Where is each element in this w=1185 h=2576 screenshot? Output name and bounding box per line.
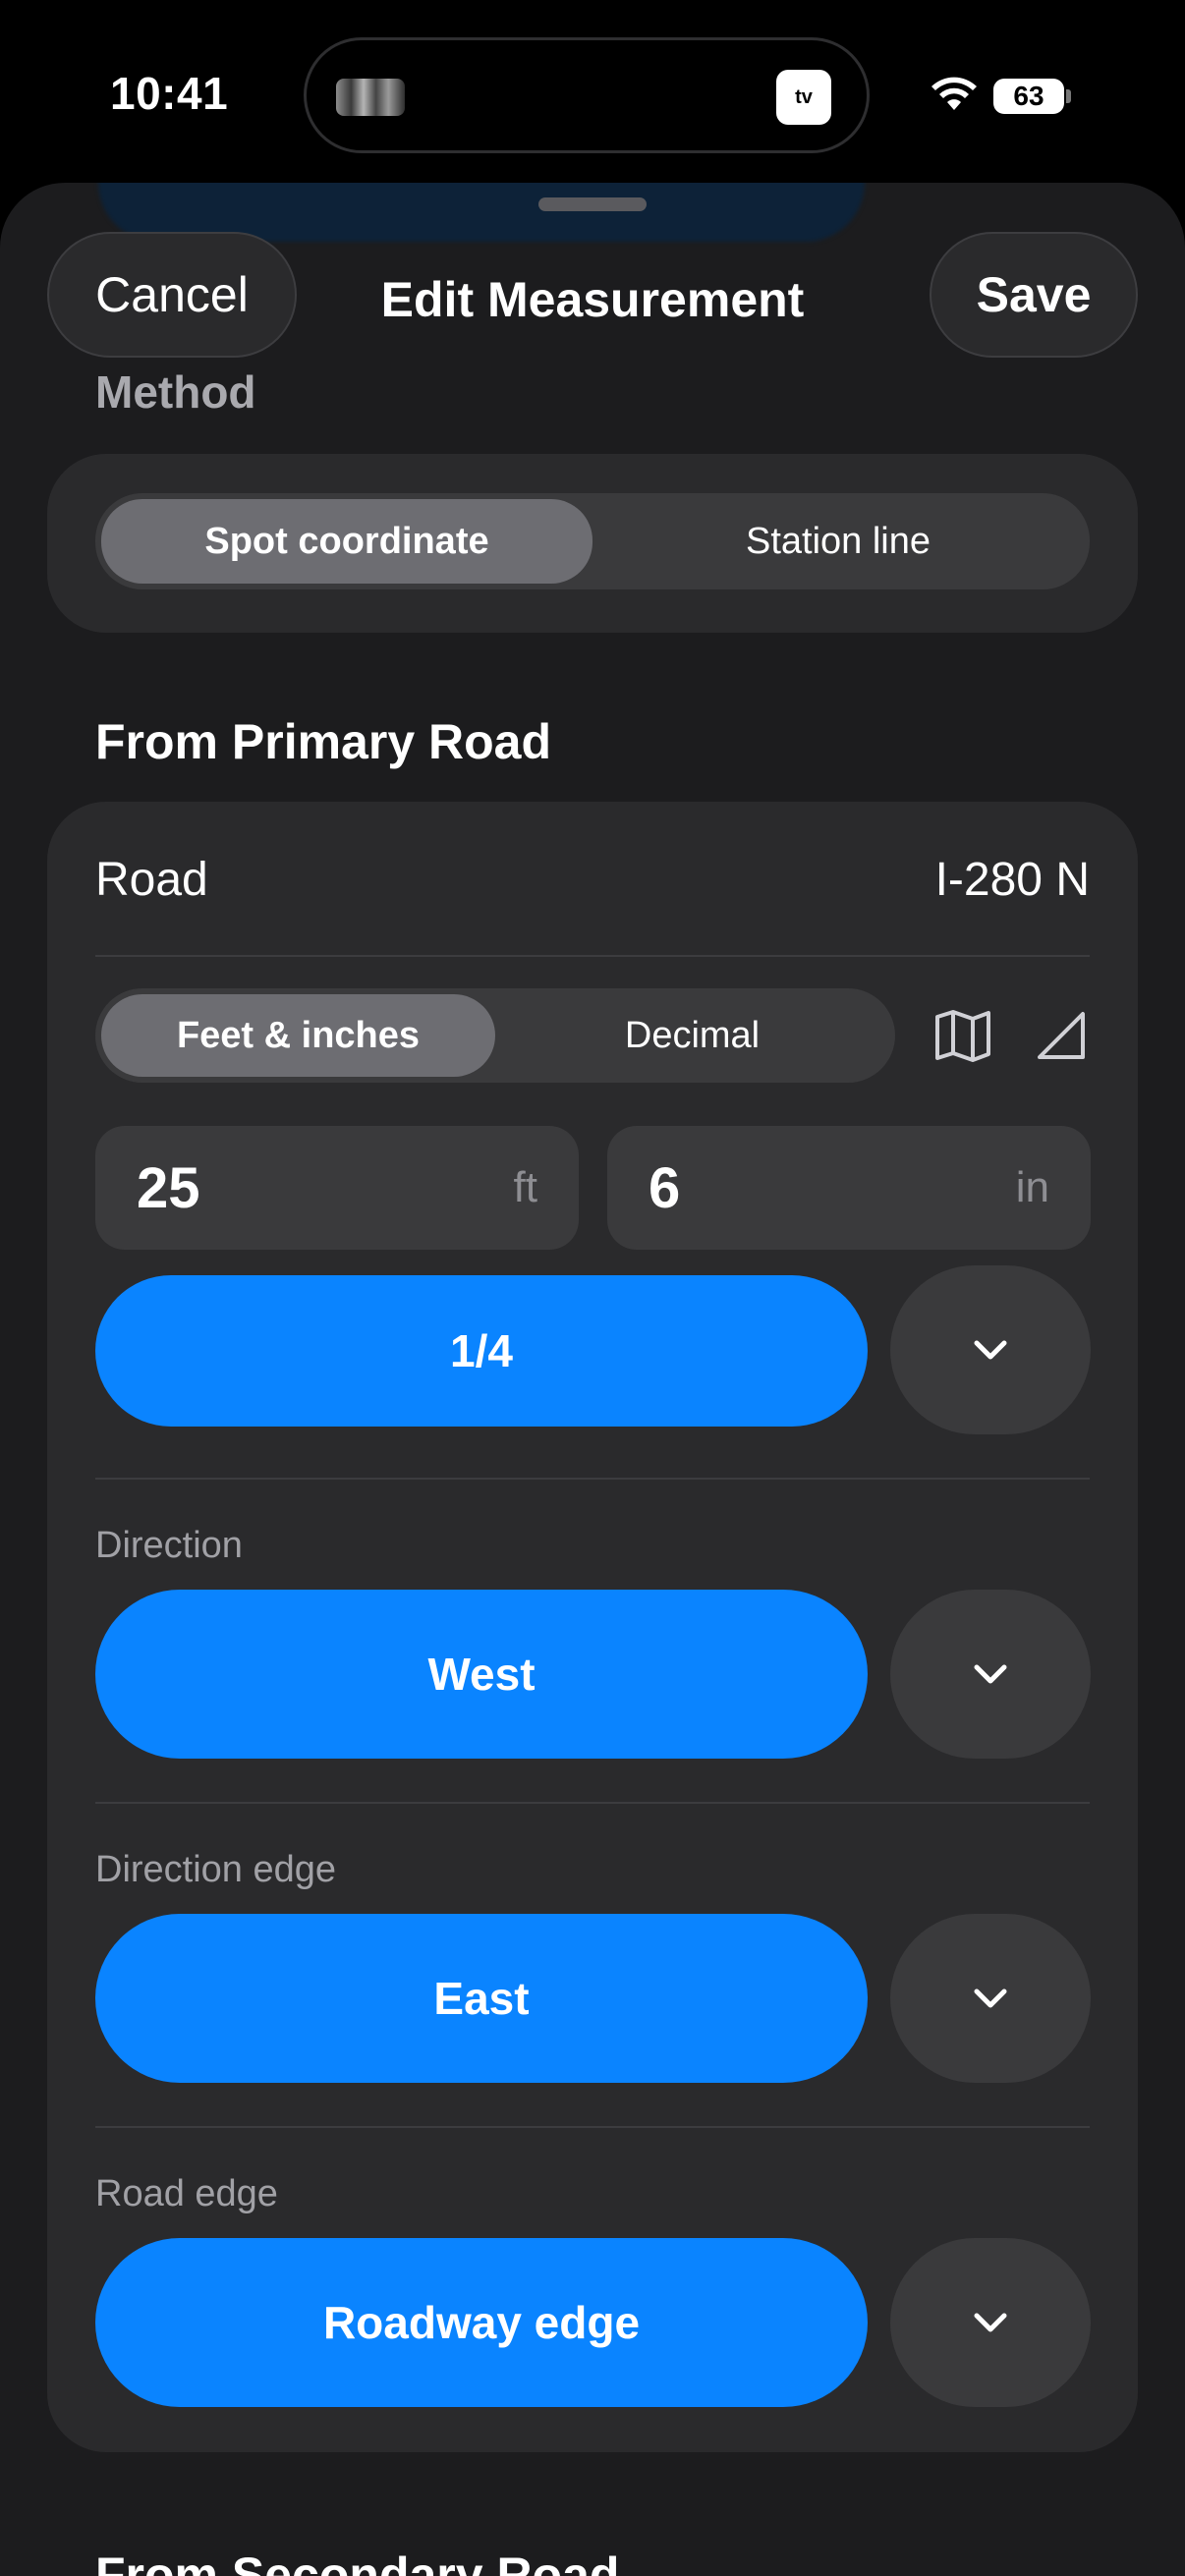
inches-field[interactable]: 6 in	[607, 1126, 1091, 1250]
direction-edge-dropdown-button[interactable]	[890, 1914, 1091, 2083]
fraction-picker-button[interactable]: 1/4	[95, 1275, 868, 1427]
divider	[95, 955, 1090, 957]
segment-spot-coordinate[interactable]: Spot coordinate	[101, 499, 592, 584]
battery-icon: 63	[993, 79, 1064, 114]
wifi-icon	[931, 77, 977, 110]
chevron-down-icon	[974, 1664, 1007, 1684]
apple-tv-label: tv	[795, 85, 813, 108]
direction-label: Direction	[95, 1525, 243, 1566]
road-edge-picker-button[interactable]: Roadway edge	[95, 2238, 868, 2407]
unit-segmented-control[interactable]: Feet & inches Decimal	[95, 988, 895, 1083]
edit-measurement-sheet: Cancel Edit Measurement Save Method Spot…	[0, 183, 1185, 2576]
screen: 10:41 tv 63 Cancel Edit Measurement Save…	[0, 0, 1185, 2576]
road-edge-label: Road edge	[95, 2173, 278, 2214]
feet-value: 25	[137, 1156, 200, 1220]
divider	[95, 2126, 1090, 2128]
feet-unit: ft	[513, 1163, 537, 1211]
map-icon[interactable]	[931, 1004, 994, 1067]
segment-feet-inches[interactable]: Feet & inches	[101, 994, 495, 1077]
divider	[95, 1478, 1090, 1480]
chevron-down-icon	[974, 2313, 1007, 2332]
triangle-icon[interactable]	[1030, 1004, 1093, 1067]
road-label: Road	[95, 854, 208, 906]
battery-nub	[1066, 89, 1071, 103]
secondary-road-header: From Secondary Road	[95, 2548, 620, 2576]
inches-value: 6	[649, 1156, 681, 1220]
segment-decimal[interactable]: Decimal	[495, 994, 889, 1077]
direction-edge-picker-button[interactable]: East	[95, 1914, 868, 2083]
direction-edge-label: Direction edge	[95, 1849, 337, 1890]
direction-dropdown-button[interactable]	[890, 1590, 1091, 1759]
road-edge-dropdown-button[interactable]	[890, 2238, 1091, 2407]
method-segmented-control[interactable]: Spot coordinate Station line	[95, 493, 1090, 589]
save-button[interactable]: Save	[930, 232, 1138, 358]
segment-station-line[interactable]: Station line	[592, 499, 1084, 584]
sheet-grabber[interactable]	[538, 197, 647, 211]
apple-tv-icon: tv	[776, 70, 831, 125]
road-value[interactable]: I-280 N	[935, 853, 1090, 907]
fraction-dropdown-button[interactable]	[890, 1265, 1091, 1434]
primary-road-card: Road I-280 N Feet & inches Decimal 25 ft…	[47, 802, 1138, 2452]
primary-road-header: From Primary Road	[95, 714, 552, 769]
battery-level: 63	[1013, 81, 1044, 111]
dynamic-island[interactable]: tv	[304, 37, 870, 153]
method-card: Spot coordinate Station line	[47, 454, 1138, 633]
chevron-down-icon	[974, 1340, 1007, 1360]
inches-unit: in	[1015, 1163, 1049, 1211]
direction-picker-button[interactable]: West	[95, 1590, 868, 1759]
feet-field[interactable]: 25 ft	[95, 1126, 579, 1250]
status-time: 10:41	[110, 68, 229, 119]
now-playing-thumbnail	[336, 79, 405, 116]
chevron-down-icon	[974, 1988, 1007, 2008]
method-section-header: Method	[95, 366, 256, 418]
divider	[95, 1802, 1090, 1804]
